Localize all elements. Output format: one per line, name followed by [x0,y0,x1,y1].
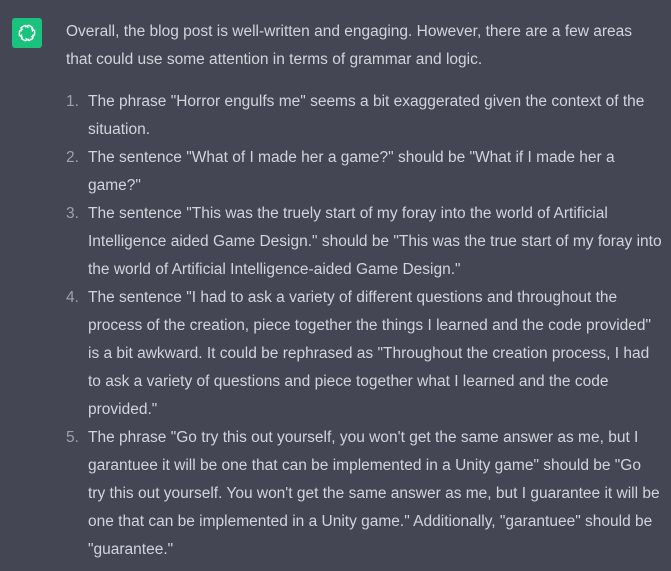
list-number: 5. [66,429,79,446]
list-item-text: The phrase "Go try this out yourself, yo… [88,429,660,558]
list-number: 3. [66,205,79,222]
list-item: 4. The sentence "I had to ask a variety … [66,284,662,424]
assistant-avatar [12,18,42,48]
list-item: 2. The sentence "What of I made her a ga… [66,144,662,200]
assistant-message: Overall, the blog post is well-written a… [66,18,662,564]
list-item-text: The sentence "What of I made her a game?… [88,149,615,194]
list-item: 1. The phrase "Horror engulfs me" seems … [66,88,662,144]
openai-logo-icon [18,24,36,42]
list-number: 2. [66,149,79,166]
list-item: 3. The sentence "This was the truely sta… [66,200,662,284]
list-item-text: The sentence "This was the truely start … [88,205,662,278]
list-item-text: The phrase "Horror engulfs me" seems a b… [88,93,645,138]
list-item: 5. The phrase "Go try this out yourself,… [66,424,662,564]
feedback-list: 1. The phrase "Horror engulfs me" seems … [66,88,662,564]
list-item-text: The sentence "I had to ask a variety of … [88,289,652,418]
list-number: 4. [66,289,79,306]
list-number: 1. [66,93,79,110]
message-intro: Overall, the blog post is well-written a… [66,23,633,68]
